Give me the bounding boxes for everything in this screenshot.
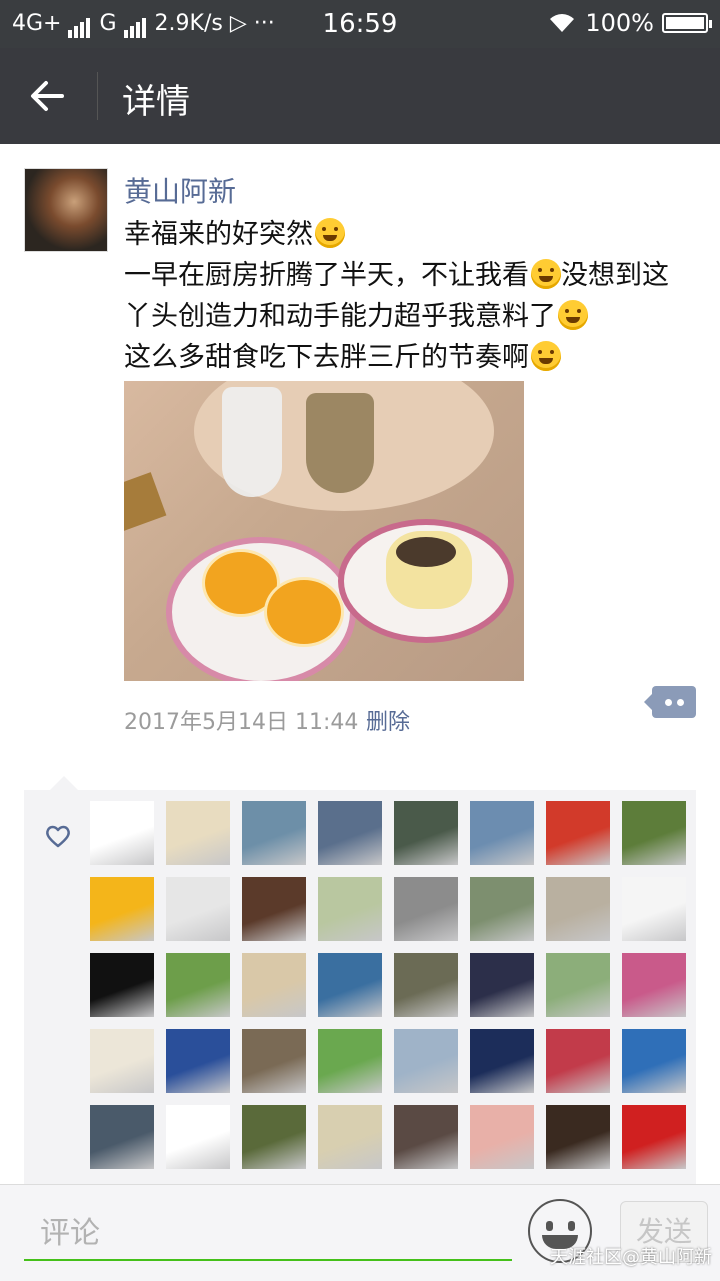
photo-milk-glass	[222, 387, 282, 497]
delete-link[interactable]: 删除	[366, 704, 410, 736]
avatar-dancer[interactable]	[90, 1029, 154, 1093]
avatar-plaza[interactable]	[318, 877, 382, 941]
avatar-cartoon[interactable]	[242, 953, 306, 1017]
watermark: 天涯社区@黄山阿新	[550, 1247, 712, 1268]
avatar-ink-painting[interactable]	[318, 1105, 382, 1169]
more-actions-button[interactable]	[644, 686, 696, 718]
avatar-lake[interactable]	[318, 953, 382, 1017]
avatar-pooh[interactable]	[90, 877, 154, 941]
avatar-lady[interactable]	[622, 953, 686, 1017]
author-name[interactable]: 黄山阿新	[124, 170, 236, 210]
avatar-blossom[interactable]	[470, 1105, 534, 1169]
comment-bar: 发送 天涯社区@黄山阿新	[0, 1184, 720, 1281]
avatar-sunset[interactable]	[470, 953, 534, 1017]
nav-divider	[97, 72, 98, 120]
photo-napkin	[124, 472, 167, 532]
avatar-red-flower[interactable]	[546, 1029, 610, 1093]
avatar-landscape[interactable]	[318, 801, 382, 865]
laughing-tears-emoji-icon	[531, 259, 561, 289]
photo-tea-glass	[306, 393, 374, 493]
battery-percent: 100%	[585, 9, 654, 37]
more-dot-icon	[677, 699, 684, 706]
avatar-family[interactable]	[546, 1105, 610, 1169]
avatar-beach[interactable]	[546, 877, 610, 941]
avatar-woman-2[interactable]	[394, 1105, 458, 1169]
avatar-man[interactable]	[394, 801, 458, 865]
post-photo[interactable]	[124, 381, 524, 681]
photo-orange	[264, 577, 344, 647]
avatar-duck[interactable]	[166, 801, 230, 865]
battery-icon	[662, 13, 712, 33]
avatar-suit-man[interactable]	[394, 1029, 458, 1093]
avatar-lotus[interactable]	[318, 1029, 382, 1093]
avatar-path[interactable]	[470, 877, 534, 941]
post-text: 幸福来的好突然 一早在厨房折腾了半天，不让我看 没想到这 丫头创造力和动手能力超乎…	[124, 214, 704, 378]
avatar-towers[interactable]	[470, 801, 534, 865]
battery-fill	[666, 17, 704, 29]
post-line: 幸福来的好突然	[124, 214, 704, 255]
avatar-building[interactable]	[394, 953, 458, 1017]
avatar-silhouette[interactable]	[242, 877, 306, 941]
laughing-tears-emoji-icon	[315, 218, 345, 248]
author-avatar[interactable]	[24, 168, 108, 252]
top-nav-bar: 详情	[0, 48, 720, 144]
comment-input[interactable]	[24, 1207, 512, 1261]
post-line: 一早在厨房折腾了半天，不让我看 没想到这	[124, 259, 669, 291]
photo-cake	[386, 531, 472, 609]
avatar-sketch[interactable]	[166, 877, 230, 941]
back-arrow-icon	[31, 81, 64, 111]
avatar-plant[interactable]	[622, 801, 686, 865]
avatar-panda[interactable]	[622, 877, 686, 941]
avatar-night-city[interactable]	[470, 1029, 534, 1093]
post-timestamp: 2017年5月14日 11:44	[124, 710, 359, 735]
thinking-emoji-icon	[558, 300, 588, 330]
avatar-logo[interactable]	[90, 801, 154, 865]
post-line: 丫头创造力和动手能力超乎我意料了	[124, 296, 704, 337]
avatar-brands[interactable]	[622, 1105, 686, 1169]
page-title: 详情	[122, 82, 190, 122]
avatar-sea[interactable]	[622, 1029, 686, 1093]
back-button[interactable]	[26, 76, 72, 116]
wifi-icon	[550, 14, 575, 32]
rolling-laugh-emoji-icon	[531, 341, 561, 371]
heart-icon	[46, 825, 70, 848]
post-line: 这么多甜食吃下去胖三斤的节奏啊	[124, 337, 704, 378]
avatar-fantasy[interactable]	[166, 1029, 230, 1093]
avatar-flower[interactable]	[546, 801, 610, 865]
avatar-couple[interactable]	[90, 1105, 154, 1169]
avatar-woman[interactable]	[242, 1029, 306, 1093]
likes-panel	[24, 776, 696, 1200]
status-bar: 4G+ G 2.9K/s ▷ ··· 16:59 100%	[0, 0, 720, 48]
more-dot-icon	[665, 699, 672, 706]
avatar-girl[interactable]	[546, 953, 610, 1017]
avatar-men[interactable]	[242, 1105, 306, 1169]
avatar-girl-track[interactable]	[166, 953, 230, 1017]
avatar-prism[interactable]	[90, 953, 154, 1017]
status-right: 100%	[547, 9, 712, 37]
avatar-uniform[interactable]	[242, 801, 306, 865]
avatar-car[interactable]	[394, 877, 458, 941]
avatar-kid[interactable]	[166, 1105, 230, 1169]
